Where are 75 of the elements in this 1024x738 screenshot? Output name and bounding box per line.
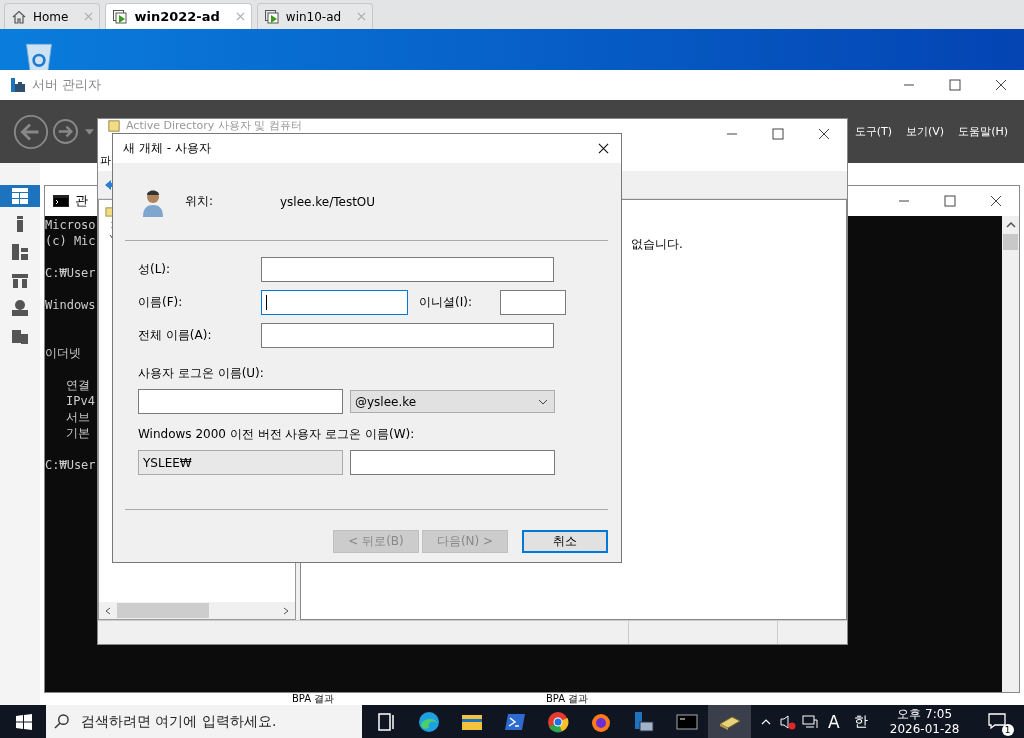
console-line: (c) Mic [45, 234, 96, 248]
text-field[interactable] [138, 389, 343, 414]
caret-icon[interactable] [85, 128, 94, 135]
browser-tab[interactable]: win2022-ad [105, 3, 252, 29]
tab-label: win2022-ad [134, 9, 220, 24]
console-line: Windows [45, 298, 96, 312]
scroll-thumb[interactable] [117, 603, 209, 618]
search-icon [54, 714, 69, 729]
scrollbar[interactable] [99, 602, 295, 619]
field-label: Windows 2000 이전 버전 사용자 로그온 이름(W): [138, 426, 416, 443]
browser-icon [545, 709, 570, 734]
browser-tab[interactable]: win10-ad [256, 3, 374, 29]
folder-icon [108, 120, 120, 132]
console-line: C:₩User [45, 458, 96, 472]
domain-dropdown[interactable]: @yslee.ke [350, 390, 555, 413]
text-field[interactable] [261, 290, 408, 315]
menu-item[interactable]: 보기(V) [906, 124, 945, 139]
bpa-label: BPA 결과 [546, 693, 589, 705]
window-title: 서버 관리자 [32, 76, 102, 94]
clock[interactable]: 오후 7:05 2026-01-28 [881, 706, 968, 737]
text-field[interactable] [261, 257, 554, 282]
console-line: 서브 [66, 410, 90, 424]
console-line: C:₩User [45, 266, 96, 280]
field-label: 전체 이름(A): [138, 327, 213, 344]
speaker-muted-icon[interactable] [780, 713, 796, 730]
field-label: 사용자 로그온 이름(U): [138, 365, 265, 382]
input-mode-indicator[interactable]: A [828, 711, 840, 732]
scrollbar[interactable] [1002, 216, 1019, 692]
scroll-thumb[interactable] [1003, 234, 1018, 250]
tab-label: win10-ad [285, 9, 342, 24]
console-icon [53, 195, 69, 207]
dialog-button[interactable]: 취소 [522, 530, 608, 553]
menu-item[interactable]: 파 [100, 152, 111, 168]
taskbar-app[interactable] [708, 705, 751, 738]
browser-tab[interactable]: Home [4, 3, 101, 29]
window-title: 관 [75, 192, 88, 210]
empty-message: 없습니다. [631, 236, 684, 253]
console-line: 연결 [66, 378, 90, 392]
grid-icon [12, 188, 28, 204]
location-label: 위치: [185, 193, 215, 210]
browser-icon [416, 709, 441, 734]
chevron-down-icon [538, 398, 548, 405]
toolbox-icon [10, 77, 26, 93]
vm-icon [112, 8, 129, 25]
search-field[interactable]: 검색하려면 여기에 입력하세요. [46, 705, 362, 738]
menu-item[interactable]: 도구(T) [854, 124, 893, 139]
console-line: Microso [45, 218, 96, 232]
menu-item[interactable]: 도움말(H) [958, 124, 1008, 139]
console-line: 이더넷 [45, 346, 81, 360]
console-line: 기본 [66, 426, 90, 440]
text-field[interactable] [261, 323, 554, 348]
language-indicator[interactable]: 한 [853, 712, 868, 731]
start-button[interactable] [16, 713, 32, 730]
forward-button[interactable] [52, 118, 79, 145]
window-title: Active Directory 사용자 및 컴퓨터 [126, 119, 302, 132]
text-field[interactable] [350, 450, 555, 475]
vm-icon [263, 8, 280, 25]
dialog-title: 새 개체 - 사용자 [123, 140, 211, 157]
sidebar-item[interactable] [0, 185, 40, 207]
notification-icon[interactable] [987, 711, 1006, 730]
bpa-label: BPA 결과 [292, 693, 335, 705]
console-line: IPv4 [66, 394, 95, 408]
notification-count: 1 [1001, 723, 1014, 736]
close-icon[interactable] [598, 143, 609, 154]
location-value: yslee.ke/TestOU [280, 194, 376, 209]
text-cursor [266, 295, 267, 310]
field-label: 성(L): [138, 261, 172, 278]
tab-label: Home [33, 9, 69, 24]
field-label: 이니셜(I): [419, 294, 473, 311]
chevron-up-icon[interactable] [761, 718, 771, 725]
text-field[interactable] [500, 290, 566, 315]
field-label: 이름(F): [138, 294, 184, 311]
back-button[interactable] [12, 112, 50, 151]
home-icon [11, 8, 27, 25]
network-icon[interactable] [802, 713, 818, 730]
